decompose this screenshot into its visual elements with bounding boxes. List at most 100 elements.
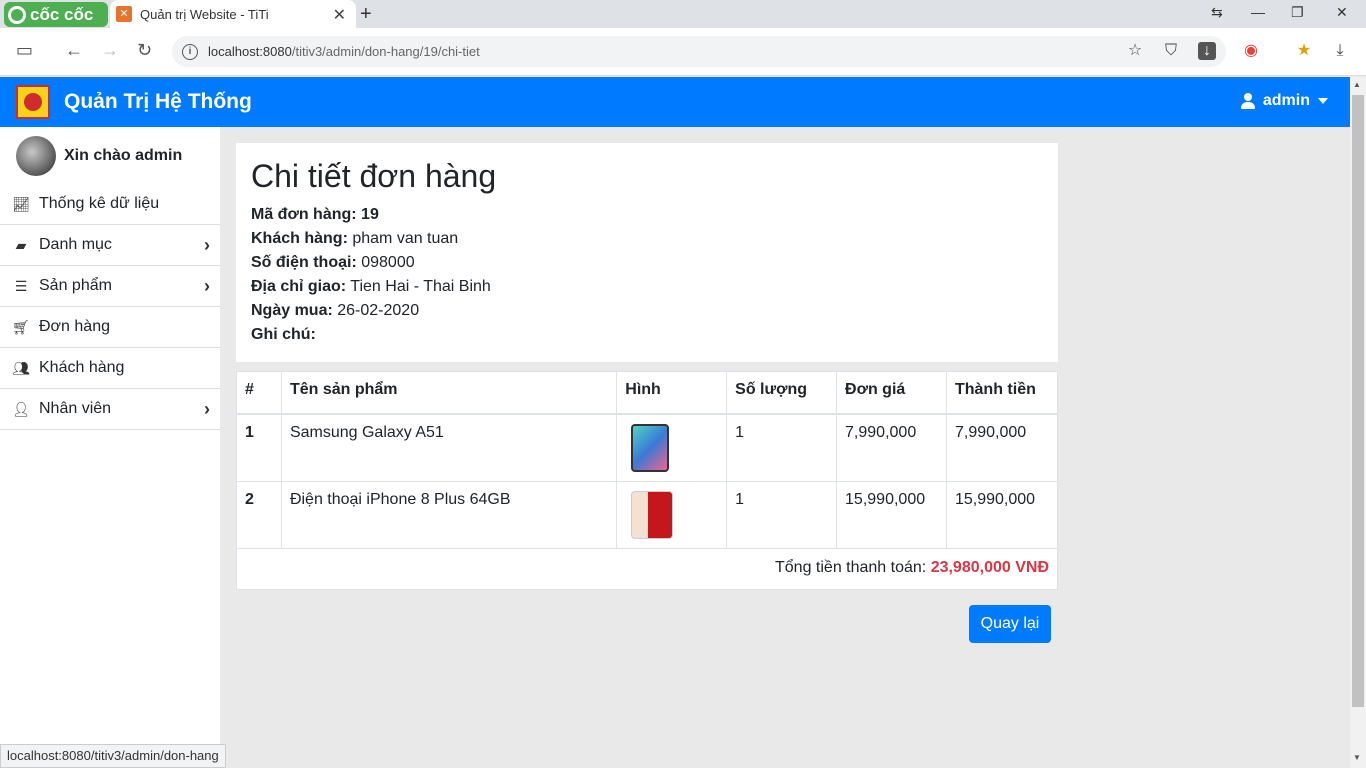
folder-open-icon: ▰ (15, 236, 27, 253)
restore-tabs-icon[interactable]: ⇆ (1211, 4, 1223, 21)
unit-price: 15,990,000 (836, 480, 947, 549)
customer-line: Khách hàng: pham van tuan (251, 227, 1043, 251)
quantity: 1 (726, 480, 838, 549)
note-label: Ghi chú: (251, 326, 316, 343)
tab-title: Quản trị Website - TiTi (140, 6, 269, 22)
customer-value: pham van tuan (352, 230, 459, 247)
customer-label: Khách hàng: (251, 230, 348, 247)
brand-title[interactable]: Quản Trị Hệ Thống (64, 90, 252, 114)
column-header: Tên sản phẩm (280, 371, 618, 415)
extension-star-icon[interactable]: ★ (1295, 42, 1313, 60)
phone-label: Số điện thoại: (251, 254, 357, 271)
database-icon: ☰ (14, 277, 28, 294)
sidebar-item-orders[interactable]: 🛒︎ Đơn hàng (0, 307, 220, 348)
chevron-right-icon: › (204, 399, 210, 419)
back-button[interactable]: Quay lại (969, 605, 1051, 643)
extension-colorful-icon[interactable]: ◉ (1242, 42, 1260, 60)
sidebar-item-label: Thống kê dữ liệu (39, 195, 160, 212)
total-amount: 23,980,000 VNĐ (930, 558, 1049, 576)
unit-price: 7,990,000 (836, 413, 947, 482)
brand-logo[interactable] (16, 85, 50, 119)
site-info-icon[interactable]: i (182, 43, 198, 60)
product-name: Điện thoại iPhone 8 Plus 64GB (280, 480, 618, 549)
chevron-right-icon: › (204, 276, 210, 296)
date-line: Ngày mua: 26-02-2020 (251, 299, 1043, 323)
scroll-thumb[interactable] (1352, 95, 1364, 707)
column-header: Số lượng (726, 371, 838, 415)
chevron-right-icon: › (204, 235, 210, 255)
user-name: admin (1262, 92, 1310, 109)
row-index: 1 (236, 413, 282, 482)
cart-icon: 🛒︎ (12, 318, 30, 335)
quantity: 1 (726, 413, 838, 482)
user-dropdown[interactable]: admin (1240, 92, 1328, 110)
order-id-label: Mã đơn hàng: (251, 206, 357, 223)
user-icon (1240, 93, 1255, 109)
sidebar-item-categories[interactable]: ▰ Danh mục › (0, 225, 220, 266)
users-icon: 👥︎ (12, 359, 30, 376)
column-header: # (236, 371, 282, 415)
scroll-down-icon[interactable]: ▼ (1353, 753, 1361, 762)
chart-line-icon: 📈︎ (12, 195, 30, 212)
page-title: Chi tiết đơn hàng (251, 158, 497, 194)
samsung-a51-image (631, 423, 670, 472)
product-name: Samsung Galaxy A51 (280, 413, 618, 482)
order-id-line: Mã đơn hàng: 19 (251, 203, 1043, 227)
address-line: Địa chỉ giao: Tien Hai - Thai Binh (251, 275, 1043, 299)
order-id-value: 19 (361, 206, 379, 223)
greeting-text: Xin chào admin (64, 146, 183, 164)
coccoc-menu-button[interactable]: cốc cốc (4, 2, 108, 27)
minimize-icon[interactable]: — (1251, 4, 1265, 20)
note-line: Ghi chú: (251, 323, 1043, 347)
avatar (16, 135, 56, 176)
table-header-row: # Tên sản phẩm Hình Số lượng Đơn giá Thà… (236, 371, 1059, 415)
product-image-cell (616, 480, 728, 549)
sidebar-item-label: Danh mục (39, 236, 112, 253)
maximize-icon[interactable]: ❐ (1291, 4, 1304, 21)
close-tab-icon[interactable]: ✕ (333, 5, 346, 25)
close-window-icon[interactable]: ✕ (1336, 4, 1348, 21)
browser-tab-active[interactable]: ✕ Quản trị Website - TiTi ✕ (110, 0, 356, 28)
url-host: localhost:8080 (208, 44, 292, 59)
table-row: 1 Samsung Galaxy A51 1 7,990,000 7,990,0… (236, 413, 1059, 482)
caret-down-icon (1318, 98, 1328, 104)
address-bar[interactable]: i localhost:8080/titiv3/admin/don-hang/1… (172, 36, 1226, 67)
shield-icon[interactable]: ⛉ (1162, 42, 1180, 60)
app-header: Quản Trị Hệ Thống admin (0, 77, 1350, 127)
reload-icon[interactable]: ↻ (137, 40, 152, 61)
bookmark-star-icon[interactable]: ☆ (1126, 42, 1144, 60)
table-row: 2 Điện thoại iPhone 8 Plus 64GB 1 15,990… (236, 480, 1059, 549)
sidebar-item-label: Nhân viên (39, 400, 112, 417)
sidebar-item-employees[interactable]: 👤︎ Nhân viên › (0, 389, 220, 430)
browser-tabbar: cốc cốc ✕ Quản trị Website - TiTi ✕ + ⇆ … (0, 0, 1366, 28)
sidebar-item-label: Khách hàng (39, 359, 125, 376)
sidebar-item-label: Sản phẩm (39, 277, 112, 294)
sidebar-toggle-icon[interactable]: ▭ (16, 40, 33, 61)
sidebar: Xin chào admin 📈︎ Thống kê dữ liệu ▰ Dan… (0, 127, 220, 768)
new-tab-icon[interactable]: + (360, 3, 372, 26)
sidebar-item-products[interactable]: ☰ Sản phẩm › (0, 266, 220, 307)
line-total: 7,990,000 (945, 413, 1059, 482)
row-index: 2 (236, 480, 282, 549)
date-label: Ngày mua: (251, 302, 333, 319)
column-header: Hình (616, 371, 728, 415)
forward-icon[interactable]: → (101, 40, 119, 61)
coccoc-logo-icon (8, 5, 26, 24)
back-icon[interactable]: ← (65, 40, 83, 61)
browser-name: cốc cốc (30, 4, 94, 24)
scroll-up-icon[interactable]: ▲ (1353, 80, 1361, 89)
download-page-icon[interactable]: ↓ (1198, 42, 1216, 60)
date-value: 26-02-2020 (337, 302, 420, 319)
phone-value: 098000 (361, 254, 415, 271)
page-scrollbar[interactable]: ▲ ▼ (1350, 77, 1366, 768)
url-path: /titiv3/admin/don-hang/19/chi-tiet (291, 44, 480, 59)
total-row: Tổng tiền thanh toán: 23,980,000 VNĐ (236, 547, 1058, 590)
sidebar-item-statistics[interactable]: 📈︎ Thống kê dữ liệu (0, 184, 220, 225)
column-header: Đơn giá (836, 371, 947, 415)
column-header: Thành tiền (945, 371, 1059, 415)
sidebar-item-customers[interactable]: 👥︎ Khách hàng (0, 348, 220, 389)
user-lock-icon: 👤︎ (12, 400, 30, 417)
address-value: Tien Hai - Thai Binh (350, 278, 491, 295)
downloads-icon[interactable]: ⤓ (1331, 42, 1349, 60)
iphone-8-plus-image (631, 490, 674, 539)
